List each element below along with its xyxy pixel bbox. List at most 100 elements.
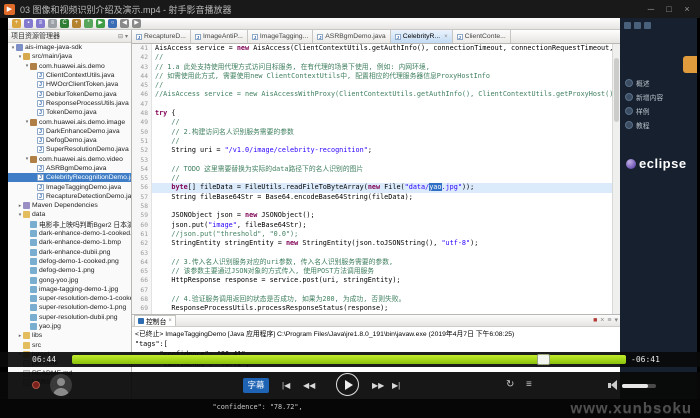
line-number: 58 bbox=[132, 202, 152, 211]
tree-item[interactable]: dark-enhance-dubii.png bbox=[8, 248, 131, 257]
volume-icon[interactable] bbox=[608, 380, 618, 391]
tree-item[interactable]: ▾com.huawei.ais.demo.video bbox=[8, 155, 131, 164]
java-icon: J bbox=[37, 174, 44, 181]
record-icon[interactable] bbox=[32, 381, 40, 389]
editor-scrollbar[interactable] bbox=[612, 44, 620, 314]
scrollbar-thumb[interactable] bbox=[614, 58, 619, 122]
tree-item[interactable]: ▾com.huawei.ais.demo bbox=[8, 62, 131, 71]
print-icon[interactable]: ≡ bbox=[48, 19, 57, 28]
menu-icon[interactable]: ▾ bbox=[614, 315, 618, 326]
tree-item[interactable]: JImageTaggingDemo.java bbox=[8, 182, 131, 191]
tree-item[interactable]: JCelebrityRecognitionDemo.java bbox=[8, 173, 131, 182]
rewind-button[interactable]: ◀◀ bbox=[303, 381, 315, 390]
welcome-item[interactable]: 样例 bbox=[620, 104, 697, 118]
home-icon[interactable] bbox=[624, 22, 631, 29]
save-icon[interactable]: ▪ bbox=[24, 19, 33, 28]
eclipse-toolbar: +▪≡≡C+*▶○◀▶ bbox=[8, 18, 620, 30]
tree-item[interactable]: ▸Maven Dependencies bbox=[8, 201, 131, 210]
play-button[interactable] bbox=[336, 373, 359, 396]
editor-tab[interactable]: JClientConte... bbox=[453, 30, 511, 43]
tree-item[interactable]: JSuperResolutionDemo.java bbox=[8, 145, 131, 154]
help-icon[interactable] bbox=[644, 22, 651, 29]
saveall-icon[interactable]: ≡ bbox=[36, 19, 45, 28]
volume-slider[interactable] bbox=[622, 384, 656, 388]
tree-item[interactable]: JDefogDemo.java bbox=[8, 136, 131, 145]
tree-item[interactable]: super-resolution-dubii.png bbox=[8, 313, 131, 322]
welcome-item[interactable]: 概述 bbox=[620, 76, 697, 90]
tree-item[interactable]: image-tagging-demo-1.jpg bbox=[8, 285, 131, 294]
search-icon[interactable]: ○ bbox=[108, 19, 117, 28]
newpackage-icon[interactable]: + bbox=[72, 19, 81, 28]
workbench-button[interactable] bbox=[683, 56, 697, 73]
tree-item-label: com.huawei.ais.demo bbox=[39, 63, 105, 70]
fast-forward-button[interactable]: ▶▶ bbox=[372, 381, 384, 390]
tree-item[interactable]: ▾com.huawei.ais.demo.image bbox=[8, 117, 131, 126]
welcome-panel: 概述新增内容样例教程 eclipse bbox=[620, 18, 697, 402]
stop-icon[interactable]: ■ bbox=[593, 315, 597, 326]
forward-icon[interactable]: ▶ bbox=[132, 19, 141, 28]
close-button[interactable]: × bbox=[678, 0, 696, 18]
explorer-title: 项目资源管理器 bbox=[11, 31, 60, 41]
prev-button[interactable]: |◀ bbox=[282, 381, 290, 390]
tree-item[interactable]: dark-enhance-demo-1.bmp bbox=[8, 238, 131, 247]
tree-item[interactable]: JDarkEnhanceDemo.java bbox=[8, 127, 131, 136]
tree-item[interactable]: 电影非上映吗判断Bger2 日本演员女金人看Fig动... bbox=[8, 220, 131, 229]
tree-item[interactable]: JASRBgmDemo.java bbox=[8, 164, 131, 173]
tree-item[interactable]: gong-yoo.jpg bbox=[8, 275, 131, 284]
tab-console[interactable]: 控制台 × bbox=[134, 315, 176, 326]
tree-item[interactable]: JClientContextUtils.java bbox=[8, 71, 131, 80]
tree-item[interactable]: ▸libs bbox=[8, 331, 131, 340]
tree-item[interactable]: ▾data bbox=[8, 210, 131, 219]
code-line: 56 byte[] fileData = FileUtils.readFileT… bbox=[132, 183, 612, 192]
tree-item[interactable]: src bbox=[8, 341, 131, 350]
tree-item[interactable]: super-resolution-demo-1-cooked.png bbox=[8, 294, 131, 303]
maximize-button[interactable]: □ bbox=[660, 0, 678, 18]
back-icon[interactable]: ◀ bbox=[120, 19, 129, 28]
clear-icon[interactable]: ≡ bbox=[607, 315, 611, 326]
editor-tab[interactable]: JCelebrityR...× bbox=[391, 30, 453, 43]
editor-tab[interactable]: JRecaptureD... bbox=[132, 30, 191, 43]
app-icon: ▶ bbox=[4, 4, 15, 15]
welcome-item[interactable]: 新增内容 bbox=[620, 90, 697, 104]
tree-item[interactable]: super-resolution-demo-1.png bbox=[8, 303, 131, 312]
tree-item[interactable]: ▾ais-image-java-sdk bbox=[8, 43, 131, 52]
tree-item[interactable]: dark-enhance-demo-1-cooked.bmp bbox=[8, 229, 131, 238]
subtitle-button[interactable]: 字幕 bbox=[243, 378, 269, 393]
tree-item[interactable]: JResponseProcessUtils.java bbox=[8, 99, 131, 108]
playlist-icon[interactable]: ≡ bbox=[526, 379, 532, 391]
newclass-icon[interactable]: C bbox=[60, 19, 69, 28]
tree-item[interactable]: yao.jpg bbox=[8, 322, 131, 331]
console-tab-label: 控制台 bbox=[146, 316, 166, 326]
tree-item[interactable]: ▾src/main/java bbox=[8, 52, 131, 61]
minimize-button[interactable]: ─ bbox=[642, 0, 660, 18]
editor-tab[interactable]: JASRBgmDemo.java bbox=[313, 30, 390, 43]
tree-item[interactable]: defog-demo-1.png bbox=[8, 266, 131, 275]
tree-item[interactable]: JRecaptureDetectionDemo.java bbox=[8, 192, 131, 201]
run-icon[interactable]: ▶ bbox=[96, 19, 105, 28]
seek-bar[interactable] bbox=[72, 355, 626, 364]
close-icon[interactable]: × bbox=[168, 318, 172, 324]
tree-item[interactable]: defog-demo-1-cooked.png bbox=[8, 257, 131, 266]
tree-item[interactable]: JDebiurTokenDemo.java bbox=[8, 89, 131, 98]
seek-handle[interactable] bbox=[537, 354, 550, 365]
close-icon[interactable]: × bbox=[444, 34, 448, 40]
new-icon[interactable]: + bbox=[12, 19, 21, 28]
collapse-all-icon[interactable]: ⊟ bbox=[118, 33, 123, 40]
next-button[interactable]: ▶| bbox=[392, 381, 400, 390]
editor-tab[interactable]: JImageTagging... bbox=[248, 30, 313, 43]
tree-item-label: image-tagging-demo-1.jpg bbox=[39, 286, 118, 293]
debug-icon[interactable]: * bbox=[84, 19, 93, 28]
back-icon[interactable] bbox=[634, 22, 641, 29]
rotate-icon[interactable]: ↻ bbox=[506, 379, 514, 391]
editor-tab[interactable]: JImageAntiP... bbox=[191, 30, 248, 43]
tree-item[interactable]: JTokenDemo.java bbox=[8, 108, 131, 117]
avatar-button[interactable] bbox=[50, 374, 72, 396]
code-line: 57 String fileBase64Str = Base64.encodeB… bbox=[132, 193, 612, 202]
close-console-icon[interactable]: × bbox=[600, 315, 604, 326]
view-menu-icon[interactable]: ▾ bbox=[125, 33, 128, 40]
line-number: 65 bbox=[132, 267, 152, 276]
welcome-item[interactable]: 教程 bbox=[620, 118, 697, 132]
code-line: 44// 如需使用此方式, 需要使用new ClientContextUtils… bbox=[132, 72, 612, 81]
code-editor[interactable]: 41AisAccess service = new AisAccess(Clie… bbox=[132, 44, 612, 314]
tree-item[interactable]: JHWOcrClientToken.java bbox=[8, 80, 131, 89]
